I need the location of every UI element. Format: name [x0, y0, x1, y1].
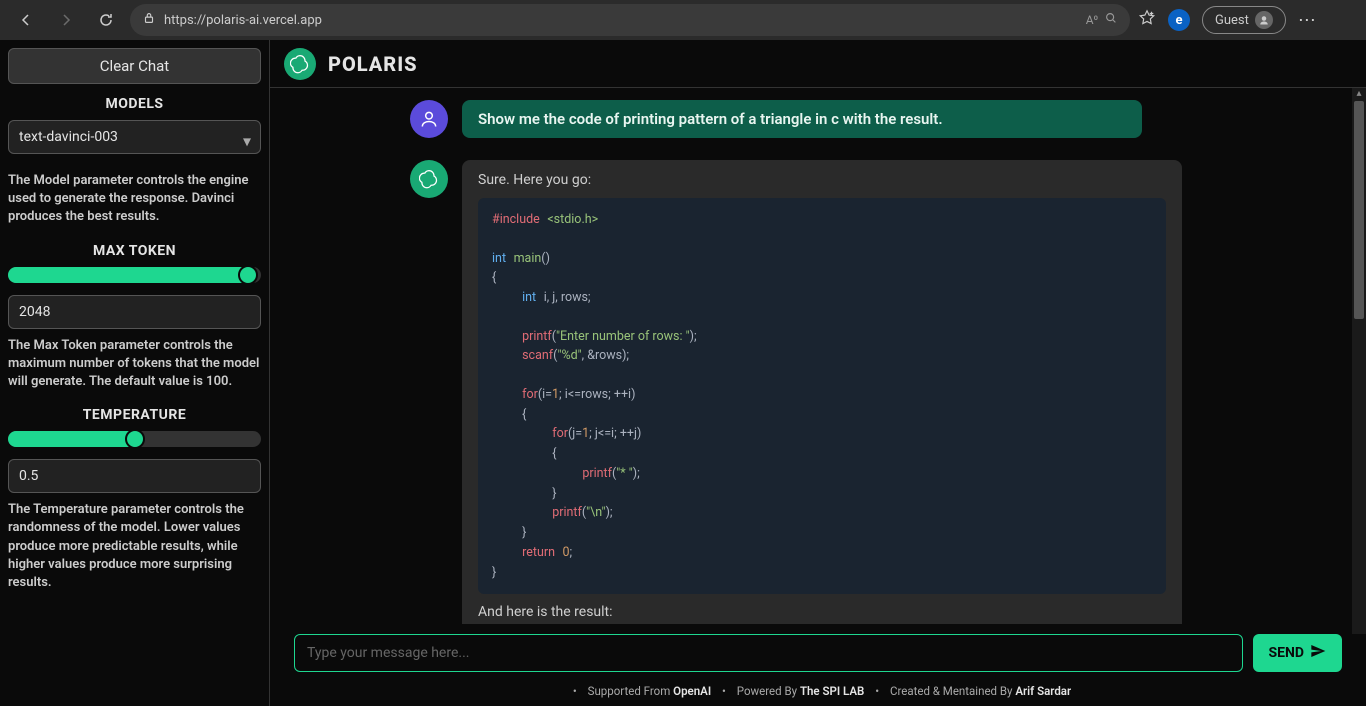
max-token-input[interactable] — [8, 295, 261, 329]
footer: • Supported From OpenAI • Powered By The… — [270, 678, 1366, 706]
back-button[interactable] — [10, 4, 42, 36]
send-label: SEND — [1269, 645, 1304, 661]
user-message: Show me the code of printing pattern of … — [462, 100, 1142, 138]
max-token-slider[interactable] — [8, 267, 261, 283]
send-button[interactable]: SEND — [1253, 634, 1342, 672]
ai-message: Sure. Here you go: #include <stdio.h> in… — [462, 160, 1182, 624]
app-title: POLARIS — [328, 52, 418, 76]
guest-label: Guest — [1215, 13, 1249, 28]
more-icon[interactable]: ⋯ — [1298, 10, 1318, 31]
ai-result-label: And here is the result: — [478, 604, 1166, 620]
refresh-button[interactable] — [90, 4, 122, 36]
scrollbar[interactable]: ▴ — [1352, 88, 1366, 634]
ai-avatar-icon — [410, 160, 448, 198]
temperature-input[interactable] — [8, 459, 261, 493]
temperature-heading: TEMPERATURE — [8, 407, 261, 423]
profile-button[interactable]: Guest — [1202, 6, 1286, 34]
collections-icon[interactable]: e — [1168, 9, 1190, 31]
app-header: POLARIS — [270, 40, 1366, 88]
guest-avatar-icon — [1255, 11, 1273, 29]
model-select[interactable]: text-davinci-003 — [8, 120, 261, 154]
clear-chat-button[interactable]: Clear Chat — [8, 48, 261, 84]
model-help-text: The Model parameter controls the engine … — [8, 172, 261, 227]
url-text: https://polaris-ai.vercel.app — [164, 13, 322, 28]
forward-button[interactable] — [50, 4, 82, 36]
sidebar: Clear Chat MODELS text-davinci-003 The M… — [0, 40, 270, 706]
models-heading: MODELS — [8, 96, 261, 112]
input-row: SEND — [270, 624, 1366, 678]
favorites-icon[interactable] — [1138, 9, 1156, 31]
address-bar[interactable]: https://polaris-ai.vercel.app A⁰ — [130, 4, 1130, 36]
zoom-icon[interactable] — [1104, 11, 1118, 29]
lock-icon — [142, 11, 156, 29]
temperature-help-text: The Temperature parameter controls the r… — [8, 501, 261, 592]
max-token-heading: MAX TOKEN — [8, 243, 261, 259]
temperature-slider[interactable] — [8, 431, 261, 447]
main-panel: POLARIS Show me the code of printing pat… — [270, 40, 1366, 706]
code-block: #include <stdio.h> int main() { int i, j… — [478, 198, 1166, 594]
logo-icon — [284, 48, 316, 80]
ai-intro-text: Sure. Here you go: — [478, 172, 1166, 188]
user-message-row: Show me the code of printing pattern of … — [410, 100, 1342, 138]
send-icon — [1310, 643, 1326, 663]
user-avatar-icon — [410, 100, 448, 138]
max-token-help-text: The Max Token parameter controls the max… — [8, 337, 261, 392]
ai-message-row: Sure. Here you go: #include <stdio.h> in… — [410, 160, 1342, 624]
message-input[interactable] — [294, 634, 1243, 672]
chat-area: Show me the code of printing pattern of … — [270, 88, 1366, 624]
browser-toolbar: https://polaris-ai.vercel.app A⁰ e Guest… — [0, 0, 1366, 40]
read-aloud-icon[interactable]: A⁰ — [1086, 13, 1098, 27]
